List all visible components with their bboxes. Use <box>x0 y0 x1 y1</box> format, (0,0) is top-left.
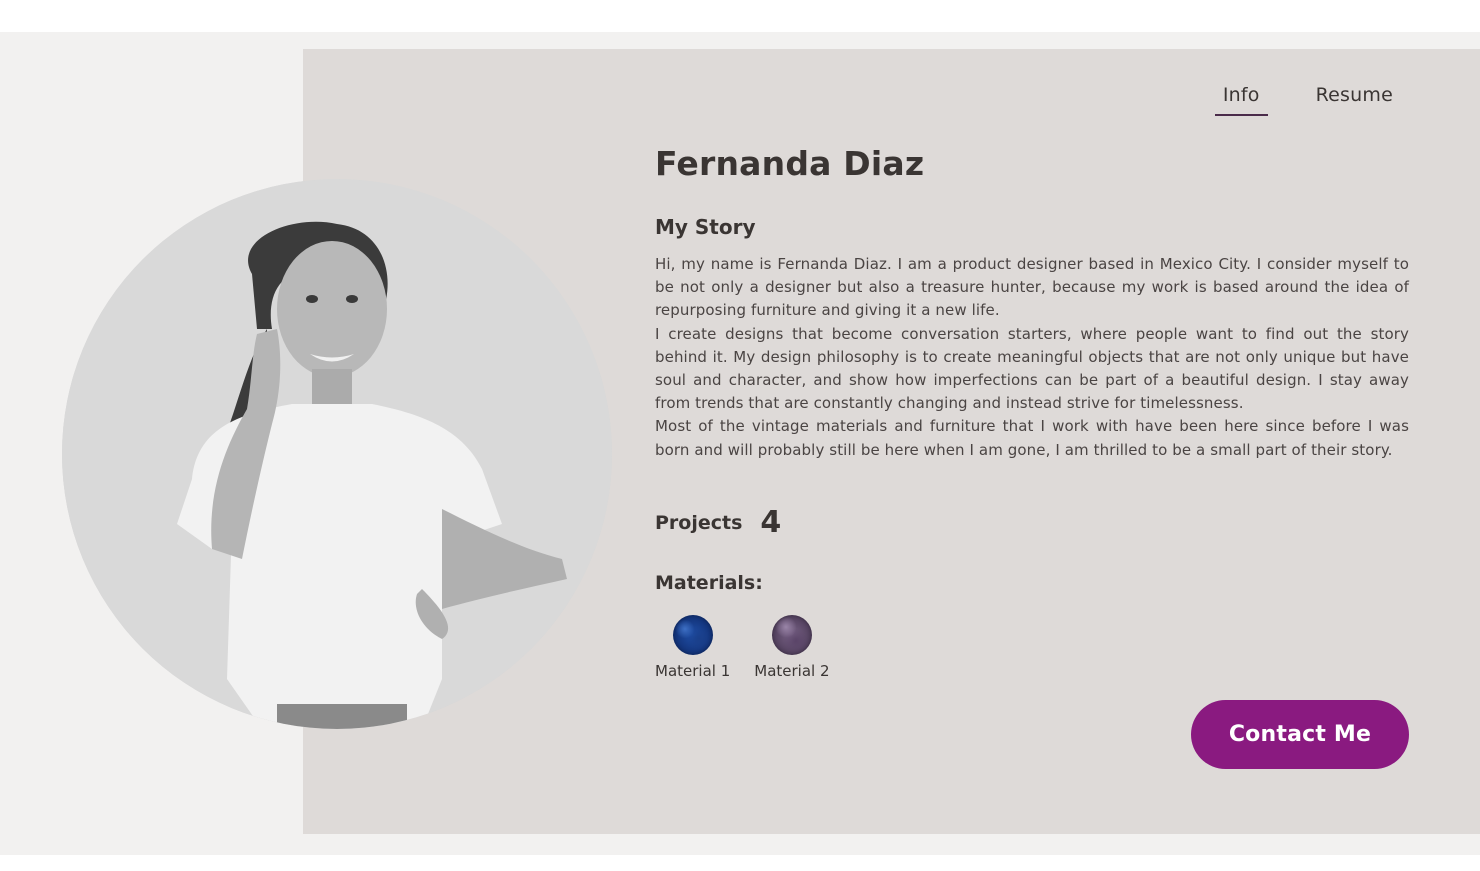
story-paragraph: Most of the vintage materials and furnit… <box>655 417 1409 459</box>
portrait-photo-icon <box>62 179 612 729</box>
projects-stat: Projects 4 <box>655 505 781 540</box>
story-paragraph: Hi, my name is Fernanda Diaz. I am a pro… <box>655 255 1409 320</box>
projects-label: Projects <box>655 511 743 534</box>
profile-photo <box>62 179 612 729</box>
contact-me-button[interactable]: Contact Me <box>1191 700 1409 769</box>
story-title: My Story <box>655 215 756 239</box>
material-label: Material 2 <box>754 662 830 680</box>
tab-info[interactable]: Info <box>1214 84 1268 116</box>
story-text: Hi, my name is Fernanda Diaz. I am a pro… <box>655 253 1409 462</box>
material-label: Material 1 <box>655 662 731 680</box>
profile-name: Fernanda Diaz <box>655 144 925 183</box>
material-swatch-2[interactable] <box>771 615 812 655</box>
materials-list: Material 1 Material 2 <box>655 615 830 680</box>
nav-tabs: Info Resume <box>1214 84 1401 116</box>
material-item-1[interactable]: Material 1 <box>655 615 730 680</box>
story-paragraph: I create designs that become conversatio… <box>655 324 1409 413</box>
material-item-2[interactable]: Material 2 <box>754 615 830 680</box>
profile-content: Fernanda Diaz My Story Hi, my name is Fe… <box>655 140 1409 462</box>
tab-resume[interactable]: Resume <box>1308 84 1401 116</box>
materials-title: Materials: <box>655 572 763 594</box>
material-swatch-1[interactable] <box>672 615 713 655</box>
projects-count: 4 <box>760 505 782 540</box>
